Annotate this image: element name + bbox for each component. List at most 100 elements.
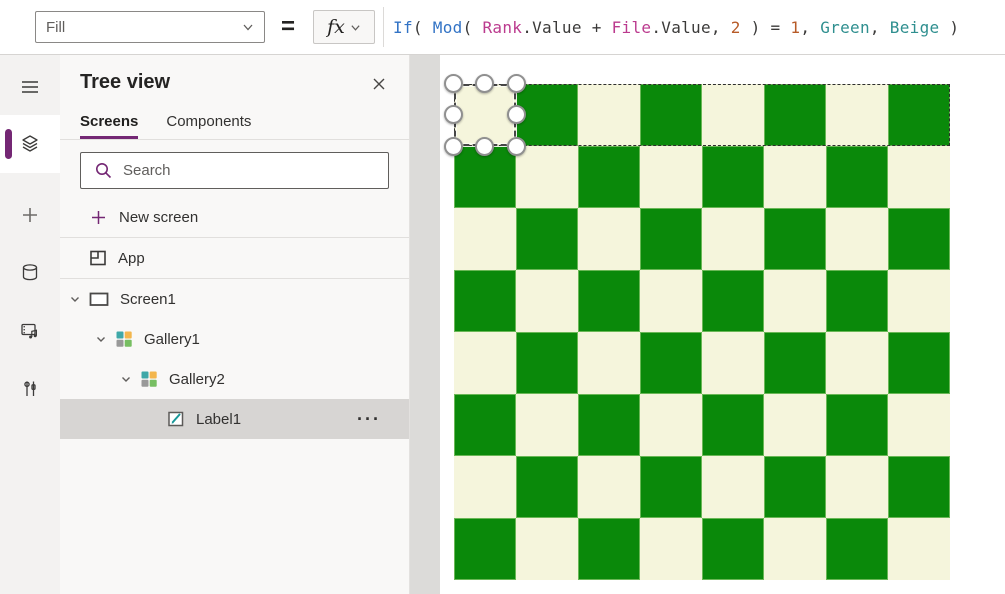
board-cell[interactable]	[702, 394, 764, 456]
board-cell[interactable]	[702, 332, 764, 394]
board-cell[interactable]	[516, 518, 578, 580]
board-cell[interactable]	[826, 208, 888, 270]
board-cell[interactable]	[640, 456, 702, 518]
insert-plus-icon[interactable]	[0, 193, 60, 237]
board-cell[interactable]	[516, 270, 578, 332]
gallery-icon	[139, 369, 159, 389]
board-cell[interactable]	[764, 270, 826, 332]
board-cell[interactable]	[826, 332, 888, 394]
board-cell[interactable]	[702, 146, 764, 208]
board-cell[interactable]	[888, 270, 950, 332]
tree-item-label1[interactable]: Label1 ···	[60, 399, 409, 439]
more-actions-button[interactable]: ···	[357, 414, 381, 424]
board-cell[interactable]	[578, 394, 640, 456]
board-cell[interactable]	[702, 456, 764, 518]
tree-item-gallery1[interactable]: Gallery1	[60, 319, 409, 359]
board-cell[interactable]	[888, 146, 950, 208]
media-icon[interactable]	[0, 309, 60, 353]
tab-components[interactable]: Components	[166, 113, 251, 139]
board-cell[interactable]	[764, 146, 826, 208]
board-cell[interactable]	[454, 208, 516, 270]
board-cell[interactable]	[702, 84, 764, 146]
board-cell[interactable]	[578, 332, 640, 394]
board-cell[interactable]	[454, 518, 516, 580]
selection-handle-middle-right[interactable]	[507, 105, 526, 124]
board-cell[interactable]	[578, 518, 640, 580]
tree-item-gallery2[interactable]: Gallery2	[60, 359, 409, 399]
board-cell[interactable]	[578, 208, 640, 270]
selection-handle-top-left[interactable]	[444, 74, 463, 93]
board-cell[interactable]	[888, 84, 950, 146]
board-cell[interactable]	[888, 208, 950, 270]
board-cell[interactable]	[764, 208, 826, 270]
board-cell[interactable]	[640, 270, 702, 332]
board-cell[interactable]	[764, 394, 826, 456]
label1-selection[interactable]	[454, 84, 516, 146]
board-cell[interactable]	[826, 394, 888, 456]
search-input[interactable]	[80, 152, 389, 189]
tree-item-app[interactable]: App	[60, 238, 409, 279]
board-cell[interactable]	[764, 332, 826, 394]
board-cell[interactable]	[640, 84, 702, 146]
board-cell[interactable]	[702, 208, 764, 270]
board-cell[interactable]	[888, 332, 950, 394]
board-cell[interactable]	[516, 146, 578, 208]
canvas[interactable]	[440, 55, 1005, 594]
tree-item-screen1[interactable]: Screen1	[60, 279, 409, 319]
board-cell[interactable]	[764, 456, 826, 518]
selection-handle-bottom-middle[interactable]	[475, 137, 494, 156]
formula-input[interactable]: If( Mod( Rank.Value + File.Value, 2 ) = …	[383, 7, 1005, 47]
board-cell[interactable]	[888, 518, 950, 580]
selection-handle-top-middle[interactable]	[475, 74, 494, 93]
board-cell[interactable]	[640, 208, 702, 270]
property-selector[interactable]: Fill	[35, 11, 265, 43]
selection-handle-top-right[interactable]	[507, 74, 526, 93]
chevron-down-icon[interactable]	[94, 332, 108, 346]
board-cell[interactable]	[826, 518, 888, 580]
panel-header: Tree view	[60, 55, 409, 99]
formula-token: .Value +	[522, 18, 611, 37]
selection-handle-bottom-left[interactable]	[444, 137, 463, 156]
advanced-tools-icon[interactable]	[0, 367, 60, 411]
formula-token: (	[463, 18, 483, 37]
chevron-down-icon[interactable]	[68, 292, 82, 306]
board-cell[interactable]	[640, 146, 702, 208]
board-cell[interactable]	[454, 270, 516, 332]
board-cell[interactable]	[826, 270, 888, 332]
board-cell[interactable]	[578, 146, 640, 208]
board-cell[interactable]	[454, 332, 516, 394]
hamburger-menu-icon[interactable]	[0, 65, 60, 109]
board-cell[interactable]	[516, 332, 578, 394]
board-cell[interactable]	[702, 518, 764, 580]
board-cell[interactable]	[640, 518, 702, 580]
tree-view-icon[interactable]	[0, 115, 60, 173]
selection-handle-middle-left[interactable]	[444, 105, 463, 124]
chevron-down-icon[interactable]	[119, 372, 133, 386]
data-cylinder-icon[interactable]	[0, 251, 60, 295]
board-cell[interactable]	[826, 456, 888, 518]
fx-dropdown[interactable]: fx	[313, 10, 375, 44]
board-cell[interactable]	[826, 146, 888, 208]
close-icon[interactable]	[369, 74, 389, 99]
new-screen-button[interactable]: New screen	[60, 197, 409, 238]
board-cell[interactable]	[454, 456, 516, 518]
board-cell[interactable]	[640, 394, 702, 456]
board-cell[interactable]	[578, 270, 640, 332]
board-cell[interactable]	[764, 84, 826, 146]
board-cell[interactable]	[640, 332, 702, 394]
board-cell[interactable]	[578, 84, 640, 146]
selection-handle-bottom-right[interactable]	[507, 137, 526, 156]
board-cell[interactable]	[516, 208, 578, 270]
board-cell[interactable]	[764, 518, 826, 580]
board-cell[interactable]	[454, 394, 516, 456]
board-cell[interactable]	[826, 84, 888, 146]
tab-screens[interactable]: Screens	[80, 113, 138, 139]
board-cell[interactable]	[516, 456, 578, 518]
board-cell[interactable]	[516, 394, 578, 456]
board-cell[interactable]	[888, 456, 950, 518]
main-area: Tree view Screens Components New screen	[0, 55, 1005, 594]
board-cell[interactable]	[888, 394, 950, 456]
board-cell[interactable]	[578, 456, 640, 518]
board-cell[interactable]	[702, 270, 764, 332]
gallery-checkerboard[interactable]	[454, 84, 950, 580]
